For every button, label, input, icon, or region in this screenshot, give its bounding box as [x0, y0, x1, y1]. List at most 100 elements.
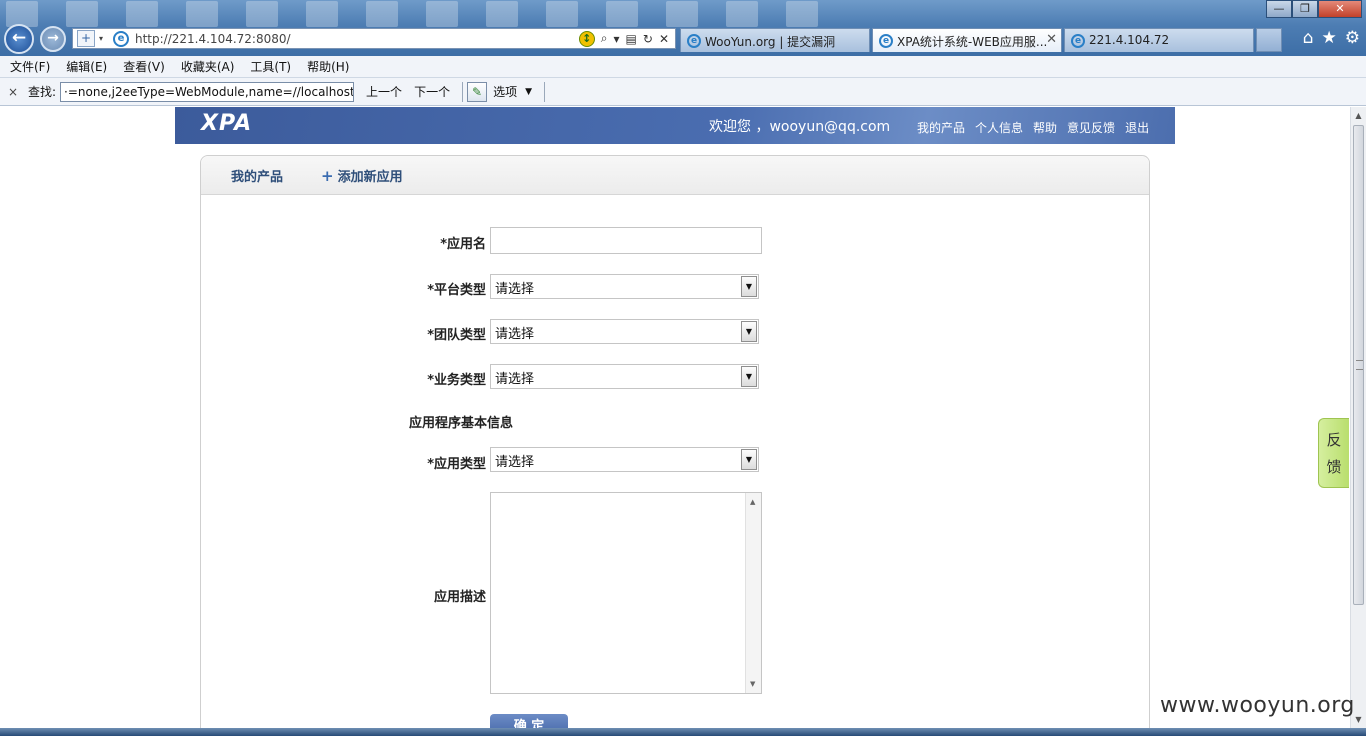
- taskbar: [0, 728, 1366, 736]
- ie-tab-icon: e: [687, 34, 701, 48]
- grip-icon: [1356, 360, 1363, 370]
- select-value: 请选择: [495, 327, 535, 342]
- platform-type-label: *平台类型: [427, 283, 486, 298]
- favorites-star-icon[interactable]: ★: [1322, 28, 1337, 48]
- close-find-icon[interactable]: ×: [8, 85, 24, 99]
- plus-icon: +: [321, 166, 334, 185]
- app-name-input[interactable]: [490, 227, 762, 254]
- tab-label: WooYun.org | 提交漏洞: [705, 35, 836, 49]
- new-tab-button[interactable]: [1256, 28, 1282, 52]
- textarea-scrollbar[interactable]: ▲ ▼: [745, 493, 761, 693]
- refresh-icon[interactable]: ↻: [643, 32, 653, 46]
- app-type-label: *应用类型: [427, 457, 486, 472]
- chevron-down-icon[interactable]: ▼: [741, 321, 757, 342]
- nav-feedback[interactable]: 意见反馈: [1067, 119, 1115, 136]
- menu-help[interactable]: 帮助(H): [307, 58, 349, 75]
- menu-edit[interactable]: 编辑(E): [66, 58, 107, 75]
- browser-menubar: 文件(F) 编辑(E) 查看(V) 收藏夹(A) 工具(T) 帮助(H): [0, 56, 1366, 78]
- tab-add-app[interactable]: + 添加新应用: [321, 166, 403, 185]
- feedback-tab[interactable]: 反 馈: [1318, 418, 1349, 488]
- home-icon[interactable]: ⌂: [1303, 28, 1314, 48]
- chevron-down-icon[interactable]: ▼: [741, 449, 757, 470]
- feedback-char: 馈: [1326, 458, 1342, 476]
- browser-right-icons: ⌂ ★ ⚙: [1303, 28, 1360, 48]
- welcome-text: 欢迎您 ，wooyun@qq.com: [709, 119, 891, 135]
- browser-tab-xpa[interactable]: e XPA统计系统-WEB应用服... ✕: [872, 28, 1062, 52]
- address-bar[interactable]: + ▾ e http://221.4.104.72:8080/ ↕ ⌕ ▾ ▤ …: [72, 28, 676, 49]
- chevron-down-icon[interactable]: ▾: [614, 32, 620, 46]
- add-favorite-icon[interactable]: +: [77, 30, 95, 47]
- divider: [544, 81, 546, 102]
- nav-profile[interactable]: 个人信息: [975, 119, 1023, 136]
- close-tab-icon[interactable]: ✕: [1046, 32, 1057, 47]
- business-type-select[interactable]: 请选择 ▼: [490, 364, 759, 389]
- menu-favorites[interactable]: 收藏夹(A): [181, 58, 235, 75]
- ie-tab-icon: e: [879, 34, 893, 48]
- find-input[interactable]: ·=none,j2eeType=WebModule,name=//localho…: [60, 81, 355, 102]
- menu-view[interactable]: 查看(V): [123, 58, 165, 75]
- header-nav: 我的产品 个人信息 帮助 意见反馈 退出: [917, 119, 1149, 136]
- site-header: XPA 欢迎您 ，wooyun@qq.com 我的产品 个人信息 帮助 意见反馈…: [175, 107, 1175, 144]
- tab-add-app-label: 添加新应用: [337, 169, 403, 185]
- chevron-down-icon[interactable]: ▾: [95, 34, 107, 43]
- tab-my-products[interactable]: 我的产品: [231, 166, 283, 185]
- find-next-button[interactable]: 下一个: [414, 83, 450, 100]
- tab-label: XPA统计系统-WEB应用服...: [897, 35, 1048, 49]
- minimize-icon[interactable]: —: [1266, 0, 1292, 18]
- chevron-down-icon[interactable]: ▼: [525, 87, 532, 97]
- browser-tab-wooyun[interactable]: e WooYun.org | 提交漏洞: [680, 28, 870, 52]
- browser-titlebar: — ❐ ✕ ← → + ▾ e http://221.4.104.72:8080…: [0, 0, 1366, 56]
- nav-logout[interactable]: 退出: [1125, 119, 1149, 136]
- forward-button[interactable]: →: [40, 26, 66, 52]
- app-type-select[interactable]: 请选择 ▼: [490, 447, 759, 472]
- app-name-label: *应用名: [440, 237, 486, 252]
- description-label: 应用描述: [433, 590, 486, 605]
- stop-icon[interactable]: ✕: [659, 32, 669, 46]
- select-value: 请选择: [495, 372, 535, 387]
- compat-view-icon[interactable]: ▤: [626, 32, 637, 46]
- nav-help[interactable]: 帮助: [1033, 119, 1057, 136]
- scroll-up-icon[interactable]: ▲: [750, 498, 755, 506]
- scrollbar-thumb[interactable]: [1353, 125, 1364, 605]
- team-type-select[interactable]: 请选择 ▼: [490, 319, 759, 344]
- panel-tabs: 我的产品 + 添加新应用: [201, 156, 1149, 195]
- compatibility-icon[interactable]: ↕: [578, 30, 595, 47]
- find-bar: × 查找: ·=none,j2eeType=WebModule,name=//l…: [0, 78, 1366, 106]
- nav-my-products[interactable]: 我的产品: [917, 119, 965, 136]
- select-value: 请选择: [495, 282, 535, 297]
- scroll-down-icon[interactable]: ▼: [750, 680, 755, 688]
- desktop-background-icons: [0, 0, 1100, 28]
- chevron-down-icon[interactable]: ▼: [741, 276, 757, 297]
- page-scrollbar[interactable]: ▲ ▼: [1350, 107, 1366, 728]
- ie-tab-icon: e: [1071, 34, 1085, 48]
- menu-tools[interactable]: 工具(T): [250, 58, 291, 75]
- browser-tab-ip[interactable]: e 221.4.104.72: [1064, 28, 1254, 52]
- scroll-up-icon[interactable]: ▲: [1353, 111, 1364, 120]
- find-options-button[interactable]: 选项: [493, 83, 517, 100]
- address-url[interactable]: http://221.4.104.72:8080/: [135, 32, 579, 46]
- platform-type-select[interactable]: 请选择 ▼: [490, 274, 759, 299]
- highlight-icon[interactable]: ✎: [467, 81, 488, 102]
- feedback-char: 反: [1326, 431, 1342, 449]
- submit-button[interactable]: 确 定: [490, 714, 568, 728]
- site-logo[interactable]: XPA: [201, 111, 252, 136]
- team-type-label: *团队类型: [427, 328, 486, 343]
- close-window-icon[interactable]: ✕: [1318, 0, 1362, 18]
- back-button[interactable]: ←: [4, 24, 34, 54]
- search-icon[interactable]: ⌕: [601, 31, 608, 46]
- watermark: www.wooyun.org: [1160, 693, 1355, 718]
- menu-file[interactable]: 文件(F): [10, 58, 50, 75]
- ie-page-icon: e: [113, 30, 129, 47]
- description-textarea[interactable]: ▲ ▼: [490, 492, 762, 694]
- select-value: 请选择: [495, 455, 535, 470]
- tab-label: 221.4.104.72: [1089, 33, 1170, 47]
- window-controls: — ❐ ✕: [1266, 0, 1362, 18]
- address-tools: ↕ ⌕ ▾ ▤ ↻ ✕: [578, 30, 669, 47]
- divider: [462, 81, 464, 102]
- find-previous-button[interactable]: 上一个: [366, 83, 402, 100]
- gear-icon[interactable]: ⚙: [1345, 28, 1360, 48]
- find-label: 查找:: [28, 85, 57, 99]
- section-title: 应用程序基本信息: [409, 416, 514, 431]
- maximize-icon[interactable]: ❐: [1292, 0, 1318, 18]
- chevron-down-icon[interactable]: ▼: [741, 366, 757, 387]
